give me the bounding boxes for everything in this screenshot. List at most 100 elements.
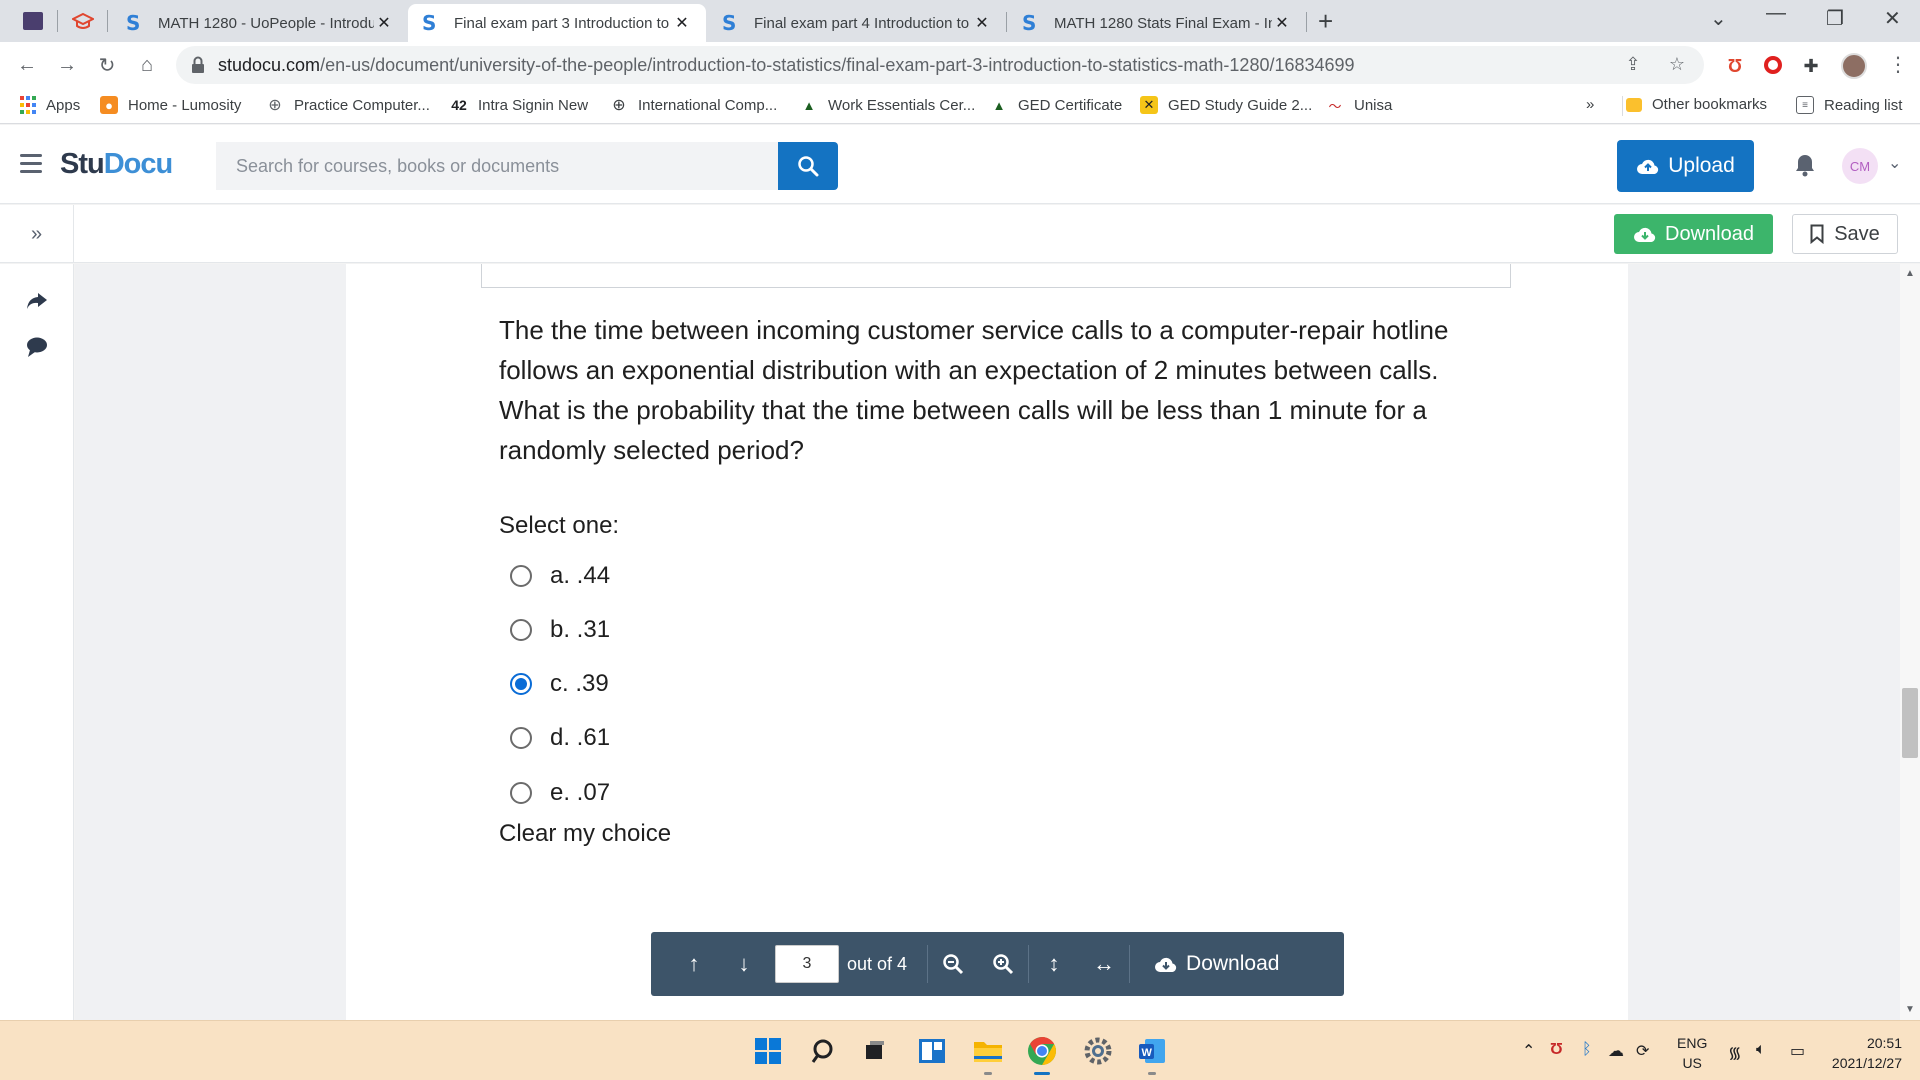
pinned-tab-2[interactable] (70, 8, 96, 34)
settings-app[interactable] (1080, 1033, 1116, 1069)
profile-avatar[interactable] (1841, 53, 1867, 79)
bookmarks-overflow-button[interactable]: » (1586, 96, 1594, 113)
previous-page-button[interactable]: ↑ (669, 932, 719, 996)
radio-button[interactable] (510, 565, 532, 587)
next-page-button[interactable]: ↓ (719, 932, 769, 996)
svg-text:W: W (1142, 1047, 1153, 1059)
scroll-down-arrow-icon[interactable]: ▼ (1905, 1004, 1915, 1015)
bluetooth-icon[interactable]: ᛒ (1582, 1041, 1592, 1059)
apps-grid-icon (20, 96, 36, 114)
bookmark-star-icon[interactable]: ☆ (1666, 54, 1688, 76)
option-b[interactable]: b. .31 (510, 616, 610, 644)
fit-width-button[interactable]: ↔ (1079, 932, 1129, 996)
upload-button[interactable]: Upload (1617, 140, 1754, 192)
bookmark-unisa[interactable]: 〜 Unisa (1326, 96, 1392, 114)
battery-icon[interactable]: ▭ (1790, 1041, 1805, 1061)
option-c[interactable]: c. .39 (510, 670, 609, 698)
word-app[interactable]: W (1134, 1033, 1170, 1075)
option-a[interactable]: a. .44 (510, 562, 610, 590)
radio-button[interactable] (510, 782, 532, 804)
tab-final-exam-part-3[interactable]: S Final exam part 3 Introduction to ✕ (408, 4, 706, 42)
bookmark-international-comp[interactable]: ⊕ International Comp... (610, 96, 777, 115)
pinned-tab-1[interactable] (20, 8, 46, 34)
bookmark-work-essentials[interactable]: ▲ Work Essentials Cer... (800, 96, 976, 114)
tab-math-1280-uopeople[interactable]: S MATH 1280 - UoPeople - Introdu ✕ (112, 4, 408, 42)
bookmark-other-bookmarks[interactable]: Other bookmarks (1626, 96, 1767, 113)
document-viewer: The the time between incoming customer s… (75, 264, 1900, 1020)
share-icon[interactable]: ⇪ (1622, 54, 1644, 76)
close-window-button[interactable]: ✕ (1884, 6, 1901, 31)
bookmark-intra-signin[interactable]: 42 Intra Signin New (450, 96, 588, 114)
home-button[interactable]: ⌂ (132, 50, 162, 80)
search-button[interactable] (778, 142, 838, 190)
extensions-puzzle-icon[interactable]: ✚ (1800, 56, 1822, 78)
hamburger-menu-icon[interactable] (20, 154, 42, 178)
search-input[interactable] (216, 142, 778, 190)
option-d[interactable]: d. .61 (510, 724, 610, 752)
bookmark-practice-computer[interactable]: ⊕ Practice Computer... (266, 96, 430, 115)
radio-button[interactable] (510, 727, 532, 749)
zoom-out-button[interactable] (928, 932, 978, 996)
studocu-header: StuDocu Upload CM ⌄ (0, 125, 1920, 204)
widgets-button[interactable] (914, 1033, 950, 1069)
share-arrow-icon[interactable] (24, 288, 50, 314)
user-avatar[interactable]: CM (1842, 148, 1878, 184)
option-e[interactable]: e. .07 (510, 779, 610, 807)
scrollbar-thumb[interactable] (1902, 688, 1918, 758)
new-tab-button[interactable]: + (1318, 6, 1333, 37)
address-bar[interactable]: studocu.com/en-us/document/university-of… (176, 46, 1704, 84)
forward-button[interactable]: → (52, 50, 82, 80)
question-text: The the time between incoming customer s… (499, 315, 1449, 465)
sync-icon[interactable]: ⟳ (1636, 1041, 1649, 1061)
fit-height-button[interactable]: ↕ (1029, 932, 1079, 996)
download-button[interactable]: Download (1614, 214, 1773, 254)
opera-extension-icon[interactable] (1762, 56, 1784, 78)
expand-sidebar-button[interactable]: » (0, 205, 74, 263)
viewer-download-button[interactable]: Download (1154, 952, 1279, 976)
back-button[interactable]: ← (12, 50, 42, 80)
tab-search-chevron-icon[interactable]: ⌄ (1710, 6, 1727, 31)
file-explorer-app[interactable] (970, 1033, 1006, 1075)
clear-choice-link[interactable]: Clear my choice (499, 820, 671, 848)
bookmark-ged-study-guide[interactable]: ✕ GED Study Guide 2... (1140, 96, 1312, 114)
page-scrollbar[interactable]: ▲ ▼ (1900, 264, 1920, 1020)
taskbar-search-button[interactable] (806, 1033, 842, 1069)
chrome-app[interactable] (1024, 1033, 1060, 1075)
comment-icon[interactable] (24, 334, 50, 360)
start-button[interactable] (750, 1033, 786, 1069)
tab-final-exam-part-4[interactable]: S Final exam part 4 Introduction to ✕ (708, 4, 1006, 42)
show-hidden-icons-button[interactable]: ⌃ (1522, 1041, 1535, 1061)
chevron-down-icon[interactable]: ⌄ (1888, 153, 1901, 173)
bookmark-lumosity[interactable]: ● Home - Lumosity (100, 96, 241, 114)
double-chevron-right-icon: » (30, 222, 43, 245)
notifications-bell-icon[interactable] (1794, 153, 1816, 177)
reload-button[interactable]: ↻ (92, 50, 122, 80)
mcafee-tray-icon[interactable]: Ʊ (1550, 1041, 1563, 1059)
radio-button-checked[interactable] (510, 673, 532, 695)
scroll-up-arrow-icon[interactable]: ▲ (1905, 268, 1915, 279)
bookmark-label: GED Certificate (1018, 96, 1123, 114)
tab-close-icon[interactable]: ✕ (672, 13, 692, 33)
minimize-button[interactable]: — (1766, 2, 1786, 25)
tab-math-1280-stats-final[interactable]: S MATH 1280 Stats Final Exam - Int ✕ (1008, 4, 1306, 42)
bookmark-apps[interactable]: Apps (20, 96, 80, 114)
browser-menu-icon[interactable]: ⋮ (1888, 52, 1908, 77)
studocu-logo[interactable]: StuDocu (60, 148, 173, 181)
tab-close-icon[interactable]: ✕ (374, 13, 394, 33)
input-language-indicator[interactable]: ENG US (1677, 1033, 1707, 1073)
page-number-input[interactable] (775, 945, 839, 983)
tab-close-icon[interactable]: ✕ (1272, 13, 1292, 33)
bookmark-ged-certificate[interactable]: ▲ GED Certificate (990, 96, 1123, 114)
volume-icon[interactable]: 🔈︎ (1756, 1041, 1766, 1059)
extension-mcafee-icon[interactable]: Ʊ (1724, 56, 1746, 78)
onedrive-cloud-icon[interactable]: ☁ (1608, 1041, 1624, 1061)
restore-button[interactable]: ❐ (1826, 6, 1844, 31)
tab-close-icon[interactable]: ✕ (972, 13, 992, 33)
wifi-icon[interactable]: ᯾ (1728, 1041, 1742, 1063)
task-view-button[interactable] (856, 1033, 892, 1069)
zoom-in-button[interactable] (978, 932, 1028, 996)
radio-button[interactable] (510, 619, 532, 641)
save-button[interactable]: Save (1792, 214, 1898, 254)
system-clock[interactable]: 20:51 2021/12/27 (1820, 1033, 1902, 1073)
reading-list-button[interactable]: ≡ Reading list (1796, 96, 1902, 114)
